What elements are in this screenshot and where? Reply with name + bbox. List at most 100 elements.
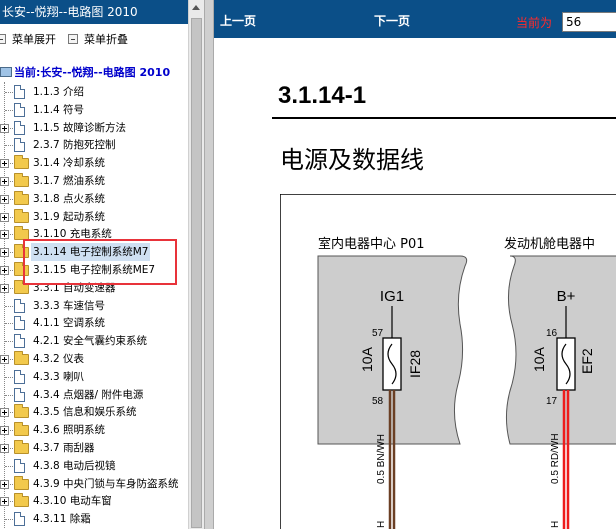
- tree-item[interactable]: 1.1.5 故障诊断方法: [0, 119, 188, 137]
- tree-item-label: 4.2.1 安全气囊约束系统: [33, 335, 148, 348]
- expand-toggle-icon[interactable]: [0, 159, 9, 169]
- title-divider: [272, 117, 616, 119]
- tree-item[interactable]: 3.1.8 点火系统: [0, 190, 188, 208]
- right-pin-top: 16: [546, 328, 558, 339]
- tree-scrollbar[interactable]: [188, 0, 204, 529]
- folder-icon: [14, 422, 29, 437]
- folder-icon: [14, 190, 29, 205]
- left-fuse-id: IF28: [407, 350, 423, 378]
- folder-icon: [14, 493, 29, 508]
- tree-item-label: 2.3.7 防抱死控制: [33, 139, 116, 152]
- tree-item[interactable]: 4.3.7 雨刮器: [0, 439, 188, 457]
- document-icon: [14, 316, 25, 331]
- document-icon: [14, 387, 25, 402]
- right-supply-label: B+: [557, 288, 576, 305]
- tree-item[interactable]: 3.3.3 车速信号: [0, 297, 188, 315]
- tree-item-label: 1.1.5 故障诊断方法: [33, 121, 127, 134]
- expand-toggle-icon[interactable]: [0, 444, 9, 453]
- tree-root-label: 当前:长安--悦翔--电路图 2010: [14, 66, 171, 79]
- left-box-title: 室内电器中心 P01: [318, 236, 425, 252]
- next-page-link[interactable]: 下一页: [374, 12, 410, 29]
- expand-toggle-icon[interactable]: [0, 355, 9, 364]
- expand-toggle-icon[interactable]: [0, 266, 9, 275]
- tree-item[interactable]: 4.3.5 信息和娱乐系统: [0, 403, 188, 421]
- document-icon: [14, 512, 25, 527]
- expand-toggle-icon[interactable]: [0, 212, 9, 222]
- tree-item-label: 4.3.11 除霜: [33, 513, 91, 526]
- tree-item-label: 4.3.10 电动车窗: [33, 495, 112, 508]
- tree-menu-bar: 菜单展开 菜单折叠: [0, 24, 188, 58]
- tree-item[interactable]: 4.3.11 除霜: [0, 510, 188, 528]
- collapse-menu-label: 菜单折叠: [84, 33, 128, 46]
- expand-toggle-icon[interactable]: [0, 248, 9, 258]
- expand-toggle-icon[interactable]: [0, 497, 9, 507]
- collapse-menu-button[interactable]: 菜单折叠: [68, 32, 128, 48]
- tree-item[interactable]: 1.1.3 介绍: [0, 83, 188, 101]
- tree-item[interactable]: 1.1.4 符号: [0, 101, 188, 119]
- document-icon: [14, 369, 25, 384]
- tree-item[interactable]: 4.1.1 空调系统: [0, 314, 188, 332]
- expand-menu-button[interactable]: 菜单展开: [0, 32, 56, 48]
- right-wire-glyph: H: [550, 521, 561, 528]
- tree-item[interactable]: 3.1.4 冷却系统: [0, 154, 188, 172]
- tree-item-label: 4.3.5 信息和娱乐系统: [33, 406, 137, 419]
- document-icon: [14, 298, 25, 313]
- expand-toggle-icon[interactable]: [0, 479, 9, 489]
- expand-toggle-icon[interactable]: [0, 194, 9, 204]
- folder-icon: [14, 208, 29, 223]
- collapse-icon: [68, 34, 78, 44]
- tree-header-title: 长安--悦翔--电路图 2010: [0, 0, 188, 24]
- document-icon: [14, 334, 25, 349]
- previous-page-link[interactable]: 上一页: [220, 12, 256, 29]
- tree-item-label: 3.1.8 点火系统: [33, 192, 106, 205]
- left-fuse-rating: 10A: [359, 346, 375, 372]
- tree-item[interactable]: 4.3.6 照明系统: [0, 421, 188, 439]
- tree-item[interactable]: 4.3.4 点烟器/ 附件电源: [0, 386, 188, 404]
- page-code: 3.1.14-1: [278, 82, 367, 109]
- expand-icon: [0, 34, 6, 44]
- folder-icon: [14, 173, 29, 187]
- tree-item-label: 1.1.3 介绍: [33, 86, 85, 98]
- tree-item[interactable]: 4.3.3 喇叭: [0, 368, 188, 386]
- tree-item[interactable]: 4.3.8 电动后视镜: [0, 457, 188, 475]
- right-pin-bottom: 17: [546, 396, 558, 407]
- tree-item[interactable]: 4.2.1 安全气囊约束系统: [0, 332, 188, 350]
- scrollbar-thumb[interactable]: [191, 18, 202, 528]
- left-pin-bottom: 58: [372, 396, 384, 407]
- expand-toggle-icon[interactable]: [0, 123, 9, 133]
- tree-item-label: 3.1.9 起动系统: [33, 210, 106, 223]
- expand-toggle-icon[interactable]: [0, 230, 9, 240]
- tree-view: 当前:长安--悦翔--电路图 2010 1.1.3 介绍 1.1.4 符号 1.1.…: [0, 64, 188, 529]
- page-number-input[interactable]: [562, 12, 616, 32]
- tree-root[interactable]: 当前:长安--悦翔--电路图 2010: [0, 64, 170, 82]
- left-wire-glyph: H: [376, 521, 387, 528]
- tree-item-label: 3.3.3 车速信号: [33, 299, 106, 312]
- tree-item[interactable]: 4.3.9 中央门锁与车身防盗系统: [0, 475, 188, 493]
- expand-toggle-icon[interactable]: [0, 426, 9, 436]
- scroll-up-arrow-icon[interactable]: [192, 5, 200, 10]
- document-icon: [14, 102, 25, 117]
- computer-icon: [0, 67, 12, 77]
- tree-item[interactable]: 4.3.2 仪表: [0, 350, 188, 368]
- tree-item[interactable]: 3.1.7 燃油系统: [0, 172, 188, 190]
- left-supply-label: IG1: [380, 288, 404, 305]
- document-icon: [14, 138, 25, 153]
- tree-item[interactable]: 3.1.9 起动系统: [0, 208, 188, 226]
- right-fuse-id: EF2: [579, 348, 595, 374]
- annotation-highlight-box: [23, 239, 177, 285]
- pane-splitter[interactable]: [204, 0, 214, 529]
- left-wire-label: 0.5 BN/WH: [376, 434, 387, 484]
- right-wire-label: 0.5 RD/WH: [550, 433, 561, 484]
- tree-item-label: 4.3.8 电动后视镜: [33, 459, 116, 472]
- tree-item-label: 4.3.9 中央门锁与车身防盗系统: [33, 477, 179, 490]
- tree-item-label: 4.3.3 喇叭: [33, 370, 85, 383]
- page-toolbar: 上一页 下一页 当前为: [214, 0, 616, 38]
- left-pin-top: 57: [372, 328, 384, 339]
- right-fuse-rating: 10A: [531, 346, 547, 372]
- document-icon: [14, 120, 25, 135]
- expand-toggle-icon[interactable]: [0, 408, 9, 418]
- expand-toggle-icon[interactable]: [0, 177, 9, 186]
- tree-item[interactable]: 4.3.10 电动车窗: [0, 492, 188, 510]
- tree-item[interactable]: 2.3.7 防抱死控制: [0, 136, 188, 154]
- expand-toggle-icon[interactable]: [0, 283, 9, 293]
